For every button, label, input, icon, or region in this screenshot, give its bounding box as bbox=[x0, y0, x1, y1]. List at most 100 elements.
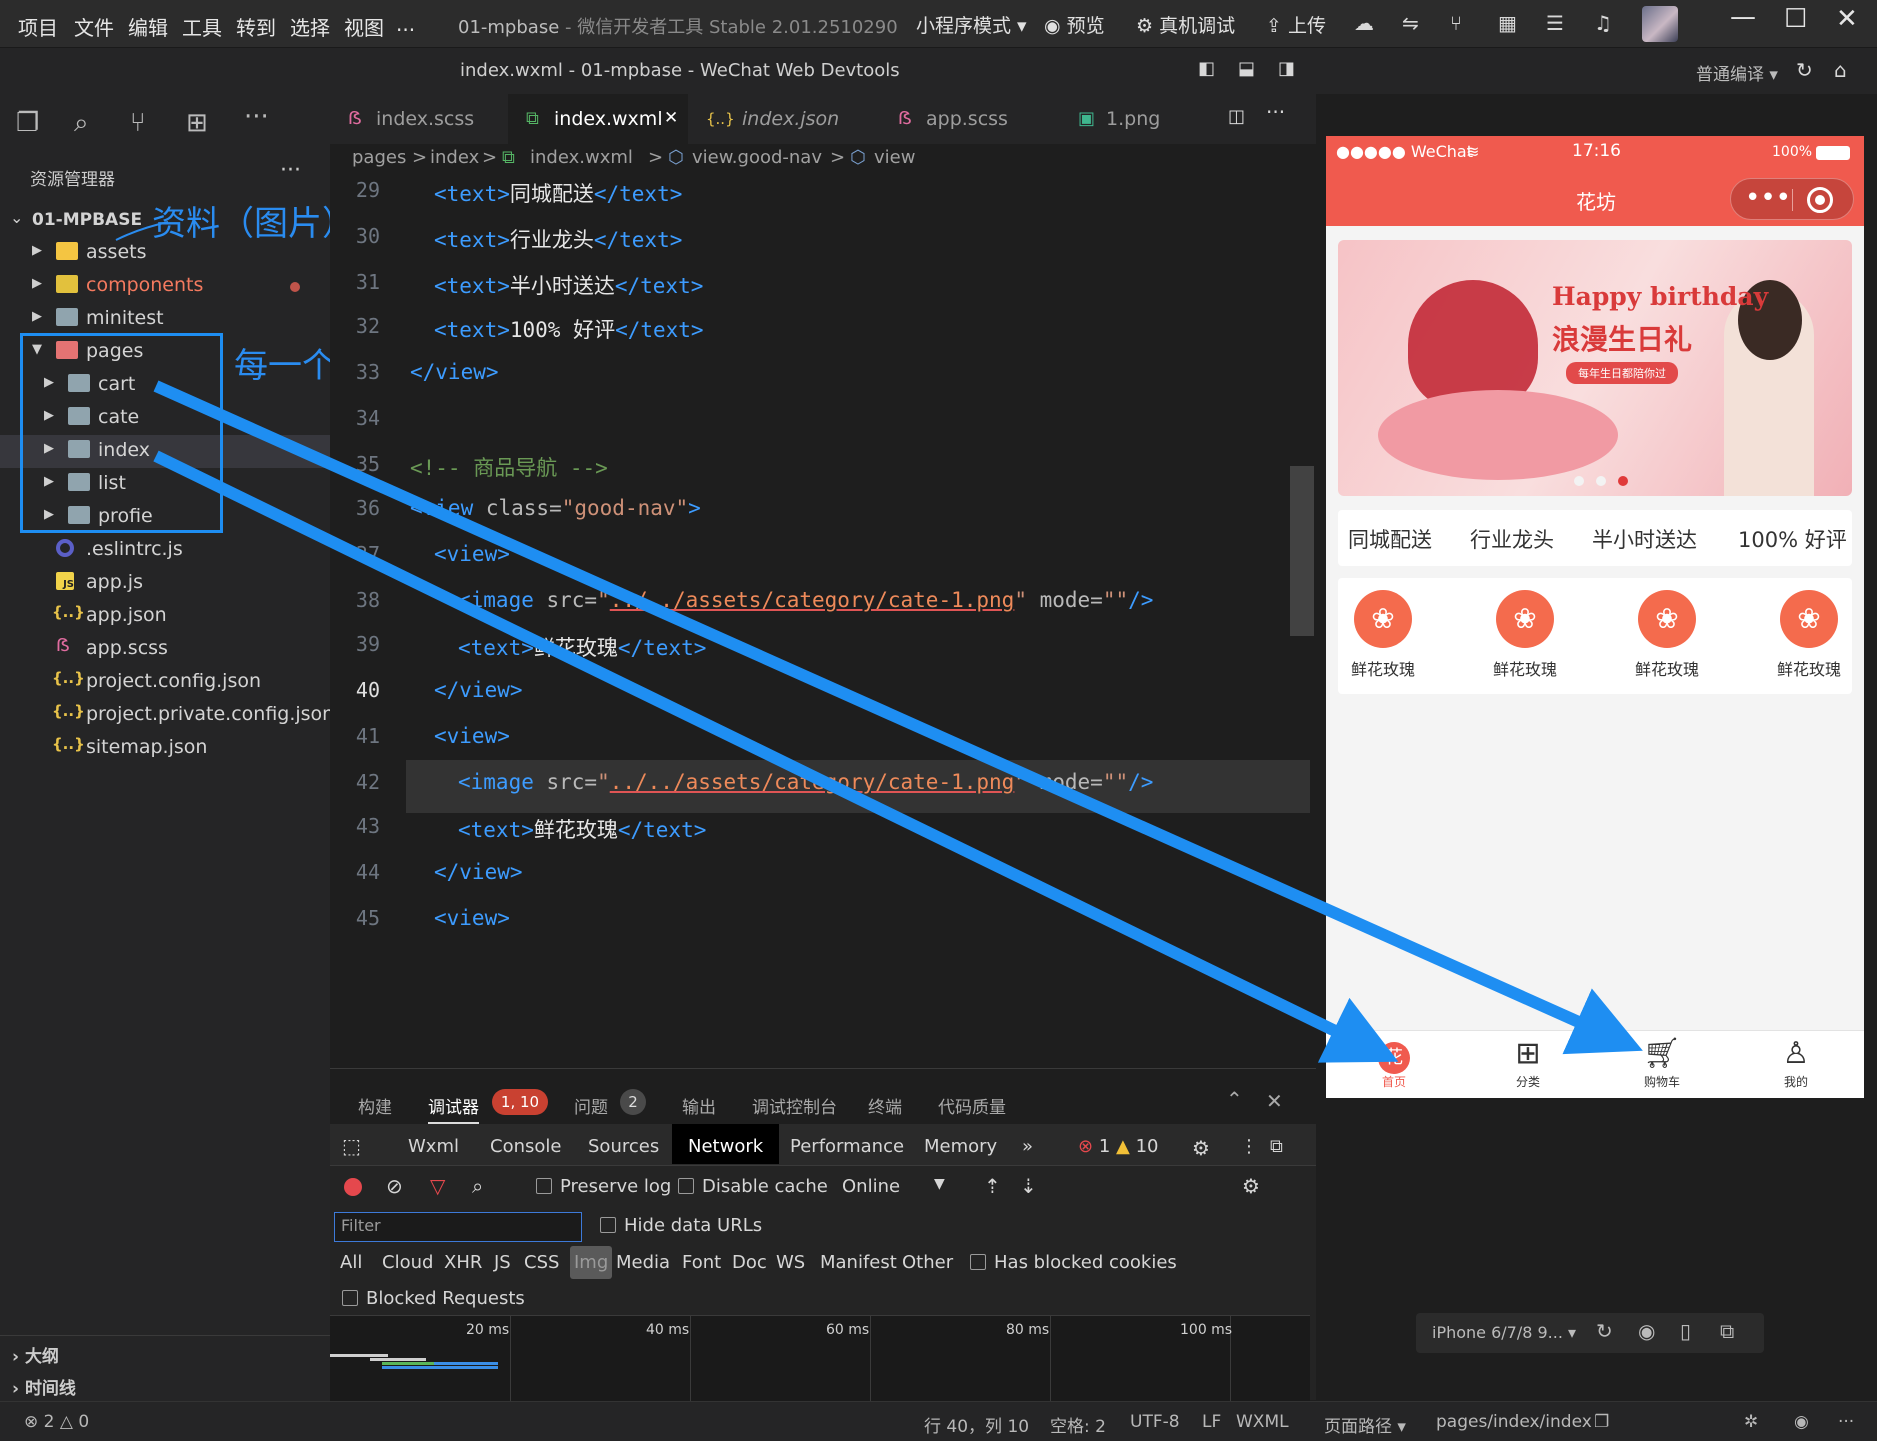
panel-tab-debugger[interactable]: 调试器 bbox=[428, 1093, 479, 1124]
cursor-position[interactable]: 行 40，列 10 bbox=[924, 1412, 1029, 1437]
type-ws[interactable]: WS bbox=[776, 1252, 805, 1273]
cloud-icon[interactable]: ☁ bbox=[1354, 11, 1374, 35]
breadcrumb-index[interactable]: index bbox=[430, 147, 479, 168]
real-debug-button[interactable]: ⚙ 真机调试 bbox=[1136, 11, 1235, 38]
type-other[interactable]: Other bbox=[902, 1252, 953, 1273]
more-dots-icon[interactable]: ••• bbox=[1745, 183, 1791, 213]
has-blocked-cookies-checkbox[interactable]: Has blocked cookies bbox=[970, 1252, 1177, 1273]
page-path-dropdown[interactable]: 页面路径 ▾ bbox=[1324, 1412, 1406, 1437]
toggle-panel-icon[interactable]: ⬓ bbox=[1238, 58, 1255, 79]
category-item[interactable]: ❀ 鲜花玫瑰 bbox=[1338, 590, 1428, 680]
type-cloud[interactable]: Cloud bbox=[382, 1252, 433, 1273]
layout-icon[interactable]: ▦ bbox=[1498, 11, 1517, 35]
throttle-select[interactable]: Online bbox=[842, 1176, 900, 1197]
copy-icon[interactable]: ❐ bbox=[1594, 1412, 1609, 1432]
tree-item-app-scss[interactable]: ẞ app.scss bbox=[0, 633, 330, 666]
code-editor[interactable]: 29 30 31 32 33 34 35 36 37 38 39 40 41 4… bbox=[330, 174, 1316, 1068]
blocked-requests-checkbox[interactable]: Blocked Requests bbox=[342, 1288, 525, 1309]
tree-item-app-js[interactable]: JS app.js bbox=[0, 567, 330, 600]
kebab-icon[interactable]: ⋮ bbox=[1240, 1136, 1258, 1157]
mode-dropdown[interactable]: 小程序模式 ▾ bbox=[916, 11, 1027, 38]
device-select[interactable]: iPhone 6/7/8 9... ▾ bbox=[1432, 1323, 1576, 1342]
problems-status[interactable]: ⊗ 2 △ 0 bbox=[24, 1412, 89, 1432]
breadcrumb-view[interactable]: view bbox=[874, 147, 915, 168]
type-js[interactable]: JS bbox=[494, 1252, 511, 1273]
tab-index-wxml[interactable]: ⧉ index.wxml ✕ bbox=[508, 94, 688, 144]
rotate-icon[interactable]: ↻ bbox=[1596, 1319, 1613, 1343]
chevron-up-icon[interactable]: ⌃ bbox=[1226, 1087, 1243, 1111]
type-img[interactable]: Img bbox=[570, 1246, 613, 1279]
stop-icon[interactable]: ◉ bbox=[1638, 1319, 1655, 1343]
panel-tab-problems[interactable]: 问题 bbox=[574, 1093, 608, 1118]
tree-item-sitemap[interactable]: {..} sitemap.json bbox=[0, 732, 330, 765]
checkbox[interactable] bbox=[600, 1217, 616, 1233]
tree-item-project-private-config[interactable]: {..} project.private.config.json bbox=[0, 699, 334, 732]
record-button[interactable] bbox=[344, 1178, 362, 1196]
devtools-tab-wxml[interactable]: Wxml bbox=[408, 1136, 459, 1157]
clear-icon[interactable]: ⊘ bbox=[386, 1174, 403, 1198]
panel-tab-terminal[interactable]: 终端 bbox=[868, 1093, 902, 1118]
error-count[interactable]: ⊗ 1 ▲ 10 bbox=[1078, 1136, 1158, 1157]
toggle-simulator-icon[interactable]: ◨ bbox=[1278, 58, 1295, 79]
swiper-dot[interactable] bbox=[1596, 476, 1606, 486]
search-icon[interactable]: ⌕ bbox=[74, 108, 89, 139]
settings-gear-icon[interactable]: ⚙ bbox=[1192, 1136, 1210, 1160]
panel-tab-debug-console[interactable]: 调试控制台 bbox=[752, 1093, 837, 1118]
refresh-icon[interactable]: ↻ bbox=[1796, 58, 1813, 82]
tab-index-scss[interactable]: ẞ index.scss bbox=[330, 94, 508, 144]
checkbox[interactable] bbox=[536, 1178, 552, 1194]
split-editor-icon[interactable]: ◫ bbox=[1228, 106, 1245, 127]
swap-icon[interactable]: ⇋ bbox=[1402, 11, 1419, 35]
tabbar-home[interactable]: 花首页 bbox=[1344, 1035, 1444, 1090]
menu-goto[interactable]: 转到 bbox=[236, 12, 276, 41]
tree-item-app-json[interactable]: {..} app.json bbox=[0, 600, 330, 633]
breadcrumb-good-nav[interactable]: view.good-nav bbox=[692, 147, 822, 168]
devtools-tab-sources[interactable]: Sources bbox=[588, 1136, 659, 1157]
indent-spaces[interactable]: 空格: 2 bbox=[1050, 1412, 1106, 1437]
breadcrumb-pages[interactable]: pages bbox=[352, 147, 406, 168]
inspect-icon[interactable]: ⬚ bbox=[342, 1134, 361, 1158]
more-icon[interactable]: ··· bbox=[1838, 1412, 1854, 1432]
more-icon[interactable]: ··· bbox=[244, 102, 269, 132]
type-all[interactable]: All bbox=[340, 1252, 362, 1273]
checkbox[interactable] bbox=[678, 1178, 694, 1194]
swiper-dot-active[interactable] bbox=[1618, 476, 1628, 486]
menu-view[interactable]: 视图 bbox=[344, 12, 384, 41]
menu-more[interactable]: ... bbox=[396, 12, 415, 36]
maximize-icon[interactable]: ☐ bbox=[1784, 4, 1807, 34]
menu-tools[interactable]: 工具 bbox=[182, 12, 222, 41]
type-css[interactable]: CSS bbox=[524, 1252, 559, 1273]
more-tabs-icon[interactable]: » bbox=[1022, 1136, 1033, 1157]
outline-header[interactable]: › 大纲 bbox=[12, 1342, 59, 1367]
minimize-icon[interactable]: — bbox=[1730, 2, 1756, 32]
banner-swiper[interactable]: Happy birthday 浪漫生日礼 每年生日都陪你过 bbox=[1338, 240, 1852, 496]
image-path-link[interactable]: ../../assets/category/cate-1.png bbox=[610, 588, 1015, 612]
devtools-tab-network[interactable]: Network bbox=[672, 1124, 780, 1164]
phone-icon[interactable]: ▯ bbox=[1680, 1319, 1691, 1343]
branch-icon[interactable]: ⑂ bbox=[1450, 11, 1462, 35]
tabbar-cart[interactable]: 🛒︎ 购物车 bbox=[1612, 1035, 1712, 1090]
disable-cache-checkbox[interactable]: Disable cache bbox=[678, 1176, 828, 1197]
eye-icon[interactable]: ◉ bbox=[1794, 1412, 1809, 1432]
language-mode[interactable]: WXML bbox=[1236, 1412, 1289, 1432]
upload-button[interactable]: ⇪ 上传 bbox=[1266, 11, 1326, 38]
close-window-icon[interactable]: ✕ bbox=[1836, 4, 1858, 34]
panel-tab-code-quality[interactable]: 代码质量 bbox=[938, 1093, 1006, 1118]
hide-data-urls-checkbox[interactable]: Hide data URLs bbox=[600, 1215, 762, 1236]
capsule-menu[interactable]: ••• bbox=[1730, 178, 1854, 220]
close-tab-icon[interactable]: ✕ bbox=[664, 108, 678, 128]
type-manifest[interactable]: Manifest bbox=[820, 1252, 897, 1273]
encoding[interactable]: UTF-8 bbox=[1130, 1412, 1180, 1432]
checkbox[interactable] bbox=[970, 1254, 986, 1270]
tree-item-minitest[interactable]: ▶ minitest bbox=[0, 303, 330, 336]
import-icon[interactable]: ⇡ bbox=[984, 1174, 1001, 1198]
menu-select[interactable]: 选择 bbox=[290, 12, 330, 41]
checkbox[interactable] bbox=[342, 1290, 358, 1306]
timeline-header[interactable]: › 时间线 bbox=[12, 1374, 76, 1399]
export-icon[interactable]: ⇣ bbox=[1020, 1174, 1037, 1198]
search-icon[interactable]: ⌕ bbox=[472, 1174, 483, 1198]
swiper-dot[interactable] bbox=[1574, 476, 1584, 486]
menu-project[interactable]: 项目 bbox=[18, 12, 58, 41]
editor-scrollbar[interactable] bbox=[1290, 466, 1314, 636]
toggle-sidebar-icon[interactable]: ◧ bbox=[1198, 58, 1215, 79]
